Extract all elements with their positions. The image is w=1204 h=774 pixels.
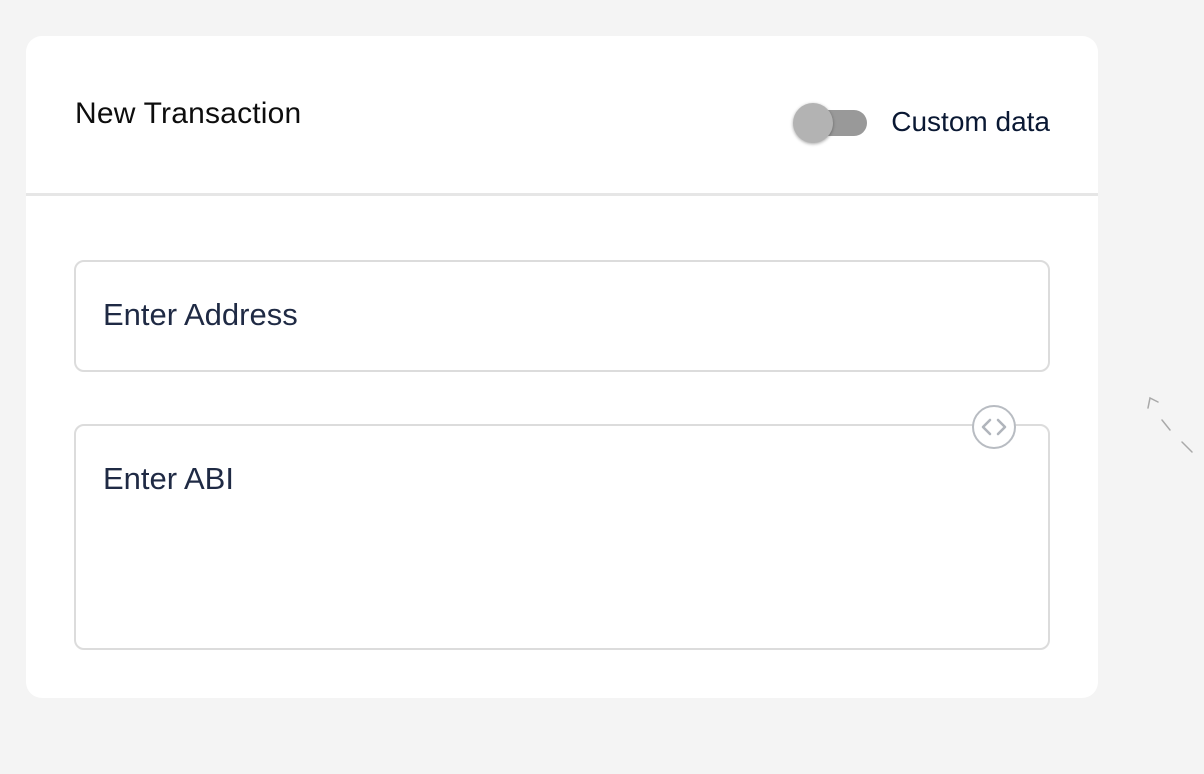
page: New Transaction Custom data Enter Addres… [0,0,1204,774]
custom-data-label[interactable]: Custom data [891,106,1050,138]
abi-placeholder: Enter ABI [103,461,234,496]
abi-textarea[interactable]: Enter ABI [74,424,1050,650]
card-header: New Transaction Custom data [26,36,1098,196]
toggle-thumb[interactable] [793,103,834,143]
code-view-button[interactable] [972,405,1016,449]
pointer-trail-icon [1147,396,1193,453]
code-brackets-icon [981,418,1007,436]
custom-data-switch[interactable] [793,102,868,143]
card-title: New Transaction [75,97,302,130]
custom-data-toggle[interactable]: Custom data [793,102,1050,143]
address-placeholder: Enter Address [103,297,298,332]
address-input[interactable]: Enter Address [74,260,1050,372]
new-transaction-card: New Transaction Custom data Enter Addres… [26,36,1098,698]
